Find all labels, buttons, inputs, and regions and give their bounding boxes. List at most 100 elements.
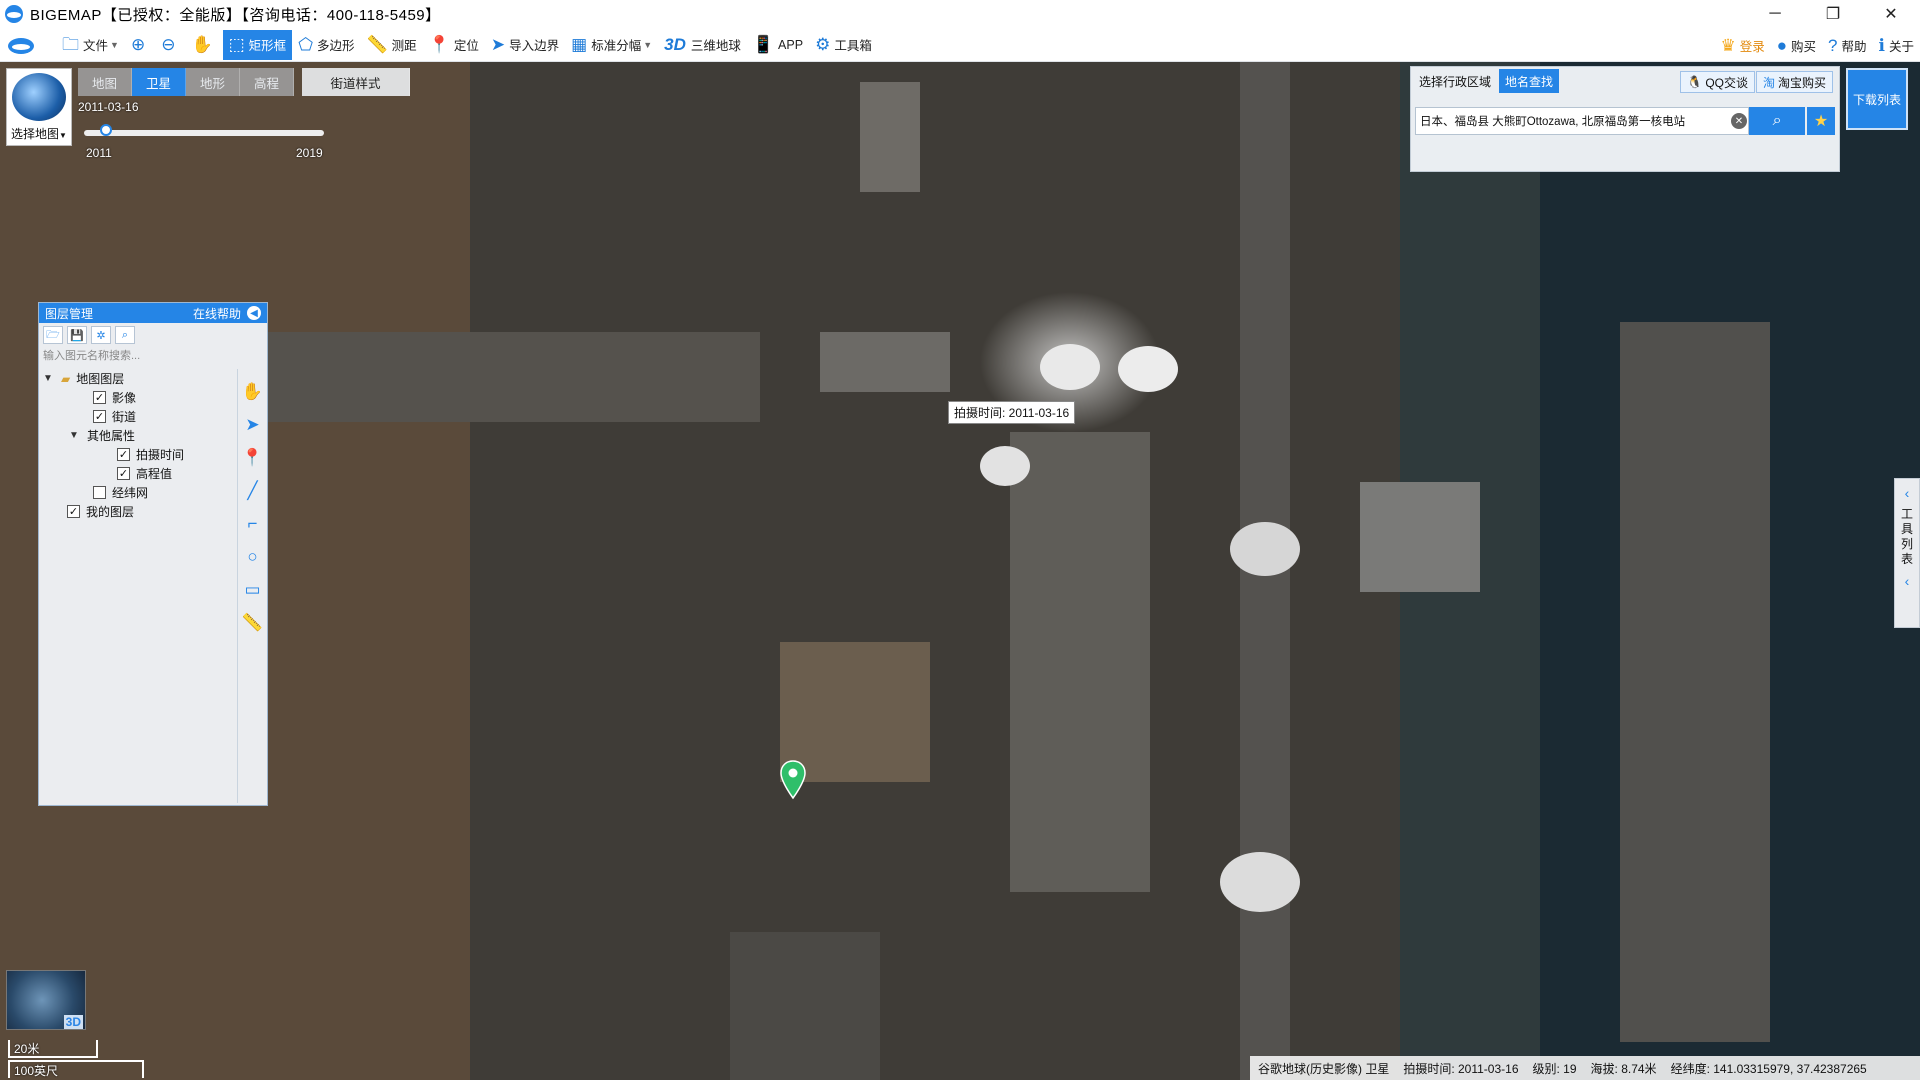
- file-menu[interactable]: 🗀 文件 ▼: [56, 30, 125, 60]
- about-button[interactable]: ℹ 关于: [1873, 30, 1920, 60]
- timeline-start-year: 2011: [86, 146, 112, 160]
- rectangle-select-button[interactable]: ⬚ 矩形框: [222, 29, 293, 60]
- imagery-timeline: 2011-03-16 2011 2019: [78, 100, 336, 162]
- checkbox-unchecked[interactable]: [93, 486, 106, 499]
- tab-terrain[interactable]: 地形: [186, 68, 240, 96]
- imagery-source: 谷歌地球(历史影像) 卫星: [1258, 1061, 1390, 1076]
- search-icon: ⌕: [1772, 112, 1782, 129]
- tab-place-search[interactable]: 地名查找: [1499, 69, 1560, 93]
- grid-icon: ▦: [571, 35, 588, 54]
- 3d-earth-button[interactable]: 3D 三维地球: [658, 30, 747, 60]
- favorite-button[interactable]: ★: [1807, 107, 1835, 135]
- standard-sheet-button[interactable]: ▦ 标准分幅 ▼: [565, 30, 658, 60]
- app-button[interactable]: 📱 APP: [747, 30, 809, 60]
- online-help-link[interactable]: 在线帮助: [193, 305, 241, 322]
- folder-icon: ▰: [61, 371, 71, 386]
- tab-map[interactable]: 地图: [78, 68, 132, 96]
- tree-node-map-layers[interactable]: ▼ ▰ 地图图层: [39, 369, 235, 388]
- drawing-tools: ✋ ➤ 📍 ╱ ⌐ ○ ▭ 📏: [237, 369, 267, 803]
- ruler-icon[interactable]: 📏: [242, 606, 263, 639]
- status-bar: 谷歌地球(历史影像) 卫星 拍摄时间: 2011-03-16 级别: 19 海拔…: [1250, 1056, 1920, 1080]
- tree-node-capture-time[interactable]: ✓ 拍摄时间: [39, 445, 235, 464]
- help-button[interactable]: ? 帮助: [1822, 30, 1872, 60]
- tab-select-admin-region[interactable]: 选择行政区域: [1413, 69, 1497, 93]
- tree-node-elevation[interactable]: ✓ 高程值: [39, 464, 235, 483]
- satellite-map-view[interactable]: [0, 62, 1920, 1080]
- tab-satellite[interactable]: 卫星: [132, 68, 186, 96]
- layer-tree: ▼ ▰ 地图图层 ✓ 影像 ✓ 街道 ▼ 其他属性 ✓ 拍摄时间 ✓ 高程值 经纬网 ✓ 我的图…: [39, 369, 235, 521]
- street-style-button[interactable]: 街道样式: [302, 68, 410, 96]
- location-pin-icon: 📍: [428, 35, 450, 54]
- chevron-left-icon[interactable]: ‹: [1905, 567, 1910, 595]
- chevron-down-icon: ▼: [43, 373, 53, 384]
- tree-node-other-attributes[interactable]: ▼ 其他属性: [39, 426, 235, 445]
- pointer-icon[interactable]: ➤: [245, 408, 259, 441]
- timeline-track[interactable]: [84, 130, 324, 136]
- timeline-slider-handle[interactable]: [100, 124, 112, 136]
- chevron-left-icon[interactable]: ‹: [1905, 479, 1910, 507]
- tab-elevation[interactable]: 高程: [240, 68, 294, 96]
- chevron-down-icon: ▼: [643, 39, 653, 50]
- layer-search-input[interactable]: 输入图元名称搜索...: [39, 347, 235, 365]
- save-icon[interactable]: 💾: [67, 326, 87, 344]
- close-button[interactable]: ✕: [1862, 0, 1920, 28]
- measure-distance-button[interactable]: 📏 测距: [360, 30, 422, 60]
- search-panel: 选择行政区域 地名查找 🐧QQ交谈 淘淘宝购买 ✕ ⌕ ★: [1410, 66, 1840, 172]
- tree-node-graticule[interactable]: 经纬网: [39, 483, 235, 502]
- minimap-3d-label: 3D: [63, 1015, 83, 1029]
- map-marker-icon[interactable]: [780, 760, 806, 800]
- taobao-buy-button[interactable]: 淘淘宝购买: [1755, 71, 1833, 93]
- zoom-in-button[interactable]: ⊕: [125, 30, 155, 60]
- circle-icon[interactable]: ○: [247, 540, 257, 573]
- checkbox-checked[interactable]: ✓: [93, 410, 106, 423]
- main-toolbar: 🗀 文件 ▼ ⊕ ⊖ ✋ ⬚ 矩形框 ⬠ 多边形 📏 测距 📍 定位 ➤ 导入边界 ▦ 标准分幅…: [0, 28, 1920, 62]
- login-icon: ♛: [1720, 35, 1736, 55]
- zoom-out-button[interactable]: ⊖: [155, 30, 185, 60]
- rectangle-icon[interactable]: ▭: [244, 573, 260, 606]
- scale-imperial: 100英尺: [8, 1060, 144, 1078]
- buy-button[interactable]: ● 购买: [1771, 30, 1822, 60]
- tree-node-streets[interactable]: ✓ 街道: [39, 407, 235, 426]
- app-cloud-icon: [8, 37, 34, 54]
- title-bar: BIGEMAP【已授权：全能版】【咨询电话：400-118-5459】 ─ ❐ …: [0, 0, 1920, 28]
- locate-button[interactable]: 📍 定位: [423, 30, 485, 60]
- window-title: BIGEMAP【已授权：全能版】【咨询电话：400-118-5459】: [30, 6, 441, 24]
- location-pin-icon[interactable]: 📍: [242, 441, 263, 474]
- tree-node-my-layers[interactable]: ✓ 我的图层: [39, 502, 235, 521]
- basemap-selector[interactable]: 选择地图▼: [6, 68, 72, 146]
- bigemap-logo-icon: [5, 5, 23, 23]
- checkbox-checked[interactable]: ✓: [117, 448, 130, 461]
- line-icon[interactable]: ╱: [247, 474, 257, 507]
- chevron-down-icon: ▼: [59, 131, 67, 140]
- place-search-input[interactable]: [1415, 107, 1750, 135]
- search-button[interactable]: ⌕: [1749, 107, 1806, 135]
- login-button[interactable]: ♛ 登录: [1714, 30, 1770, 60]
- restore-button[interactable]: ❐: [1804, 0, 1862, 28]
- zoom-level: 级别: 19: [1532, 1061, 1577, 1076]
- polyline-icon[interactable]: ⌐: [248, 507, 258, 540]
- collapse-icon[interactable]: ◀: [247, 306, 261, 320]
- qq-icon: 🐧: [1687, 75, 1703, 89]
- 3d-globe-minimap[interactable]: 3D: [6, 970, 86, 1030]
- checkbox-checked[interactable]: ✓: [93, 391, 106, 404]
- chevron-down-icon: ▼: [69, 430, 79, 441]
- tool-list-sidebar[interactable]: ‹ 工具列表 ‹: [1894, 478, 1920, 628]
- download-list-button[interactable]: 下载列表: [1846, 68, 1908, 130]
- minimize-button[interactable]: ─: [1746, 0, 1804, 28]
- polygon-button[interactable]: ⬠ 多边形: [292, 30, 360, 60]
- open-folder-icon[interactable]: 🗁: [43, 326, 63, 344]
- clear-icon[interactable]: ✕: [1731, 113, 1747, 129]
- import-boundary-button[interactable]: ➤ 导入边界: [485, 30, 565, 60]
- scale-bar: 20米 100英尺: [8, 1040, 148, 1078]
- qq-chat-button[interactable]: 🐧 QQ交谈: [1680, 71, 1755, 93]
- pan-button[interactable]: ✋: [185, 30, 222, 60]
- checkbox-checked[interactable]: ✓: [67, 505, 80, 518]
- checkbox-checked[interactable]: ✓: [117, 467, 130, 480]
- import-boundary-icon: ➤: [490, 35, 506, 54]
- tree-node-imagery[interactable]: ✓ 影像: [39, 388, 235, 407]
- toolbox-button[interactable]: ⚙ 工具箱: [809, 30, 878, 60]
- search-icon[interactable]: ⌕: [115, 326, 135, 344]
- settings-icon[interactable]: ✲: [91, 326, 111, 344]
- app-menu-button[interactable]: [0, 30, 56, 60]
- pan-hand-icon[interactable]: ✋: [242, 375, 263, 408]
